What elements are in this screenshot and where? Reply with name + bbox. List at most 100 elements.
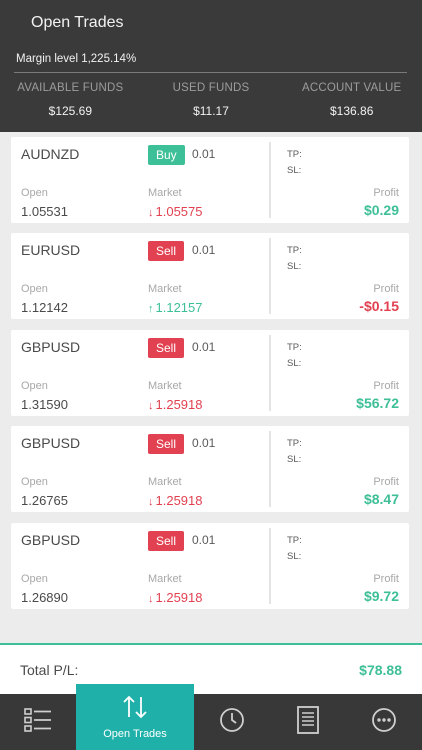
profit-value: $8.47 bbox=[363, 491, 399, 507]
used-funds: USED FUNDS $11.17 bbox=[141, 80, 282, 130]
more-icon bbox=[371, 707, 397, 738]
card-divider bbox=[269, 142, 271, 218]
trade-card[interactable]: EURUSD Sell 0.01 Open 1.12142 Market ↑ 1.… bbox=[11, 233, 409, 319]
account-value: ACCOUNT VALUE $136.86 bbox=[281, 80, 422, 130]
side-badge: Sell bbox=[148, 338, 185, 358]
margin-level: Margin level 1,225.14% bbox=[16, 53, 137, 65]
tp-label: TP: bbox=[287, 245, 302, 256]
card-divider bbox=[269, 238, 271, 314]
account-value-value: $136.86 bbox=[329, 104, 374, 118]
lot-size: 0.01 bbox=[192, 243, 216, 257]
open-label: Open bbox=[21, 380, 48, 392]
trade-symbol: AUDNZD bbox=[21, 146, 80, 162]
card-divider bbox=[269, 335, 271, 411]
open-label: Open bbox=[21, 476, 48, 488]
available-funds-value: $125.69 bbox=[48, 104, 93, 118]
open-label: Open bbox=[21, 283, 48, 295]
arrow-down-icon: ↓ bbox=[148, 207, 154, 219]
lot-size: 0.01 bbox=[192, 436, 216, 450]
available-funds: AVAILABLE FUNDS $125.69 bbox=[0, 80, 141, 130]
tp-label: TP: bbox=[287, 342, 302, 353]
account-value-label: ACCOUNT VALUE bbox=[302, 82, 402, 94]
clock-icon bbox=[219, 707, 245, 738]
side-badge: Buy bbox=[148, 145, 185, 165]
open-label: Open bbox=[21, 573, 48, 585]
total-pl-value: $78.88 bbox=[359, 662, 402, 678]
total-pl-label: Total P/L: bbox=[20, 662, 79, 678]
market-price-value: 1.12157 bbox=[155, 300, 203, 315]
side-badge: Sell bbox=[148, 241, 185, 261]
document-icon bbox=[296, 705, 320, 739]
total-pl-bar: Total P/L: $78.88 bbox=[0, 643, 422, 694]
used-funds-label: USED FUNDS bbox=[172, 82, 250, 94]
tp-label: TP: bbox=[287, 535, 302, 546]
market-price: ↓ 1.25918 bbox=[148, 397, 203, 412]
market-label: Market bbox=[148, 187, 182, 199]
transfer-arrows-icon bbox=[122, 695, 148, 724]
market-label: Market bbox=[148, 380, 182, 392]
arrow-up-icon: ↑ bbox=[148, 303, 154, 315]
market-price: ↓ 1.25918 bbox=[148, 590, 203, 605]
arrow-down-icon: ↓ bbox=[148, 496, 154, 508]
profit-label: Profit bbox=[373, 283, 399, 295]
tab-more[interactable] bbox=[346, 694, 422, 750]
card-divider bbox=[269, 528, 271, 604]
trade-card[interactable]: AUDNZD Buy 0.01 Open 1.05531 Market ↓ 1.0… bbox=[11, 137, 409, 223]
market-label: Market bbox=[148, 573, 182, 585]
trade-card[interactable]: GBPUSD Sell 0.01 Open 1.31590 Market ↓ 1.… bbox=[11, 330, 409, 416]
tab-open-trades-label: Open Trades bbox=[103, 727, 167, 740]
profit-value: $0.29 bbox=[363, 202, 399, 218]
profit-label: Profit bbox=[373, 476, 399, 488]
header-divider bbox=[14, 72, 407, 73]
profit-value: $56.72 bbox=[356, 395, 399, 411]
profit-label: Profit bbox=[373, 187, 399, 199]
trade-card[interactable]: GBPUSD Sell 0.01 Open 1.26765 Market ↓ 1.… bbox=[11, 426, 409, 512]
bottom-tab-bar: Open Trades bbox=[0, 684, 422, 750]
page-title: Open Trades bbox=[31, 14, 124, 31]
header: Open Trades Margin level 1,225.14% AVAIL… bbox=[0, 0, 422, 132]
trade-symbol: EURUSD bbox=[21, 242, 81, 258]
trade-card[interactable]: GBPUSD Sell 0.01 Open 1.26890 Market ↓ 1.… bbox=[11, 523, 409, 609]
profit-value: $9.72 bbox=[363, 588, 399, 604]
open-price: 1.26765 bbox=[21, 493, 68, 508]
trade-symbol: GBPUSD bbox=[21, 532, 81, 548]
market-price: ↓ 1.25918 bbox=[148, 493, 203, 508]
tp-label: TP: bbox=[287, 438, 302, 449]
profit-label: Profit bbox=[373, 380, 399, 392]
lot-size: 0.01 bbox=[192, 533, 216, 547]
sl-label: SL: bbox=[287, 261, 302, 272]
market-price-value: 1.25918 bbox=[155, 493, 203, 508]
arrow-down-icon: ↓ bbox=[148, 593, 154, 605]
market-price-value: 1.25918 bbox=[155, 590, 203, 605]
market-price-value: 1.25918 bbox=[155, 397, 203, 412]
used-funds-value: $11.17 bbox=[193, 104, 229, 118]
tab-list[interactable] bbox=[0, 694, 76, 750]
tab-reports[interactable] bbox=[270, 694, 346, 750]
lot-size: 0.01 bbox=[192, 147, 216, 161]
open-label: Open bbox=[21, 187, 48, 199]
funds-summary: AVAILABLE FUNDS $125.69 USED FUNDS $11.1… bbox=[0, 80, 422, 130]
trade-symbol: GBPUSD bbox=[21, 339, 81, 355]
available-funds-label: AVAILABLE FUNDS bbox=[17, 82, 124, 94]
sl-label: SL: bbox=[287, 358, 302, 369]
lot-size: 0.01 bbox=[192, 340, 216, 354]
side-badge: Sell bbox=[148, 434, 185, 454]
market-label: Market bbox=[148, 283, 182, 295]
market-price: ↓ 1.05575 bbox=[148, 204, 203, 219]
market-label: Market bbox=[148, 476, 182, 488]
tab-open-trades[interactable]: Open Trades bbox=[76, 684, 194, 750]
tp-label: TP: bbox=[287, 149, 302, 160]
profit-value: -$0.15 bbox=[359, 298, 399, 314]
list-icon bbox=[24, 707, 52, 738]
open-price: 1.12142 bbox=[21, 300, 68, 315]
side-badge: Sell bbox=[148, 531, 185, 551]
sl-label: SL: bbox=[287, 551, 302, 562]
open-price: 1.26890 bbox=[21, 590, 68, 605]
tab-history[interactable] bbox=[194, 694, 270, 750]
open-price: 1.05531 bbox=[21, 204, 68, 219]
open-price: 1.31590 bbox=[21, 397, 68, 412]
sl-label: SL: bbox=[287, 454, 302, 465]
arrow-down-icon: ↓ bbox=[148, 400, 154, 412]
card-divider bbox=[269, 431, 271, 507]
trade-symbol: GBPUSD bbox=[21, 435, 81, 451]
